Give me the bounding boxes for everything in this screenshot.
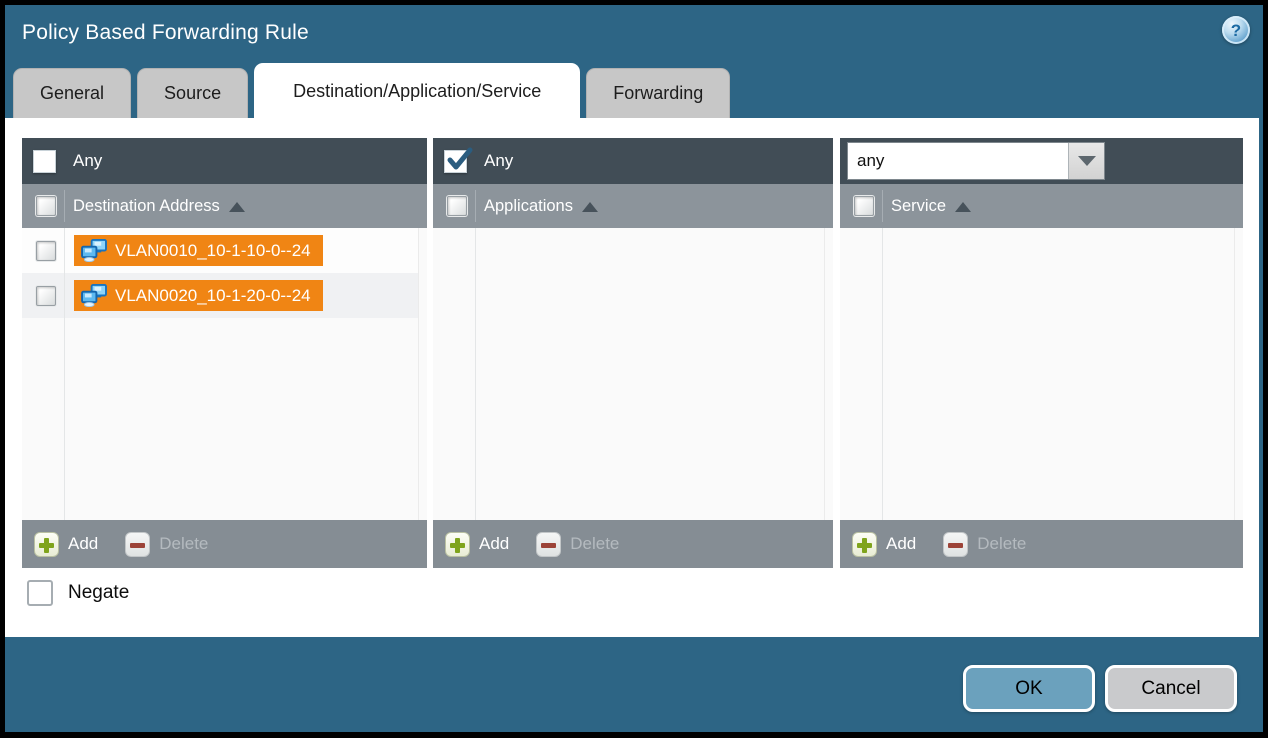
add-button[interactable]: Add	[852, 532, 916, 557]
service-column-header[interactable]: Service	[891, 197, 946, 216]
service-column-header-row: Service	[840, 184, 1243, 228]
service-list	[840, 228, 1243, 520]
tab-content: Any Destination Address	[5, 118, 1259, 637]
network-icon	[81, 284, 108, 307]
address-tag[interactable]: VLAN0010_10-1-10-0--24	[74, 235, 323, 266]
help-icon[interactable]: ?	[1222, 16, 1250, 44]
application-list	[433, 228, 833, 520]
plus-icon	[852, 532, 877, 557]
destination-any-bar: Any	[22, 138, 427, 184]
pbf-rule-dialog: Policy Based Forwarding Rule ? General S…	[5, 5, 1263, 732]
plus-icon	[445, 532, 470, 557]
destination-any-checkbox[interactable]	[33, 150, 56, 173]
destination-select-all-checkbox[interactable]	[36, 196, 56, 216]
add-label: Add	[886, 534, 916, 554]
application-panel: Any Applications Add Delete	[433, 138, 833, 568]
sort-asc-icon[interactable]	[955, 202, 971, 212]
service-toolbar: Add Delete	[840, 520, 1243, 568]
service-header-bar: any	[840, 138, 1243, 184]
delete-button[interactable]: Delete	[943, 532, 1026, 557]
minus-icon	[943, 532, 968, 557]
chevron-down-icon	[1078, 156, 1096, 166]
negate-checkbox[interactable]	[27, 580, 53, 606]
plus-icon	[34, 532, 59, 557]
service-dropdown-value[interactable]: any	[848, 143, 1068, 179]
tab-source[interactable]: Source	[137, 68, 248, 118]
application-column-header[interactable]: Applications	[484, 197, 573, 216]
delete-label: Delete	[570, 534, 619, 554]
network-icon	[81, 239, 108, 262]
address-tag[interactable]: VLAN0020_10-1-20-0--24	[74, 280, 323, 311]
row-checkbox[interactable]	[36, 286, 56, 306]
dropdown-button[interactable]	[1068, 143, 1104, 179]
minus-icon	[536, 532, 561, 557]
destination-toolbar: Add Delete	[22, 520, 427, 568]
delete-label: Delete	[159, 534, 208, 554]
dialog-title: Policy Based Forwarding Rule	[22, 21, 309, 45]
help-glyph: ?	[1231, 22, 1241, 39]
address-tag-label: VLAN0020_10-1-20-0--24	[115, 286, 311, 306]
service-select-all-checkbox[interactable]	[854, 196, 874, 216]
address-tag-label: VLAN0010_10-1-10-0--24	[115, 241, 311, 261]
table-row[interactable]: VLAN0010_10-1-10-0--24	[22, 228, 418, 273]
delete-label: Delete	[977, 534, 1026, 554]
add-button[interactable]: Add	[34, 532, 98, 557]
sort-asc-icon[interactable]	[582, 202, 598, 212]
application-any-label: Any	[484, 151, 513, 171]
destination-panel: Any Destination Address	[22, 138, 427, 568]
row-checkbox[interactable]	[36, 241, 56, 261]
application-toolbar: Add Delete	[433, 520, 833, 568]
destination-column-header[interactable]: Destination Address	[73, 197, 220, 216]
delete-button[interactable]: Delete	[536, 532, 619, 557]
add-label: Add	[479, 534, 509, 554]
negate-label: Negate	[68, 582, 129, 604]
application-any-bar: Any	[433, 138, 833, 184]
ok-button[interactable]: OK	[963, 665, 1095, 712]
application-any-checkbox[interactable]	[444, 150, 467, 173]
delete-button[interactable]: Delete	[125, 532, 208, 557]
destination-list: VLAN0010_10-1-10-0--24	[22, 228, 427, 520]
sort-asc-icon[interactable]	[229, 202, 245, 212]
add-label: Add	[68, 534, 98, 554]
negate-row: Negate	[27, 580, 129, 606]
cancel-button[interactable]: Cancel	[1105, 665, 1237, 712]
tab-destination-application-service[interactable]: Destination/Application/Service	[254, 63, 580, 118]
table-row[interactable]: VLAN0020_10-1-20-0--24	[22, 273, 418, 318]
application-column-header-row: Applications	[433, 184, 833, 228]
add-button[interactable]: Add	[445, 532, 509, 557]
tab-bar: General Source Destination/Application/S…	[13, 63, 730, 118]
application-select-all-checkbox[interactable]	[447, 196, 467, 216]
minus-icon	[125, 532, 150, 557]
destination-any-label: Any	[73, 151, 102, 171]
checkmark-icon	[446, 147, 472, 173]
destination-column-header-row: Destination Address	[22, 184, 427, 228]
tab-general[interactable]: General	[13, 68, 131, 118]
service-dropdown[interactable]: any	[847, 142, 1105, 180]
tab-forwarding[interactable]: Forwarding	[586, 68, 730, 118]
service-panel: any Service Add Delete	[840, 138, 1243, 568]
